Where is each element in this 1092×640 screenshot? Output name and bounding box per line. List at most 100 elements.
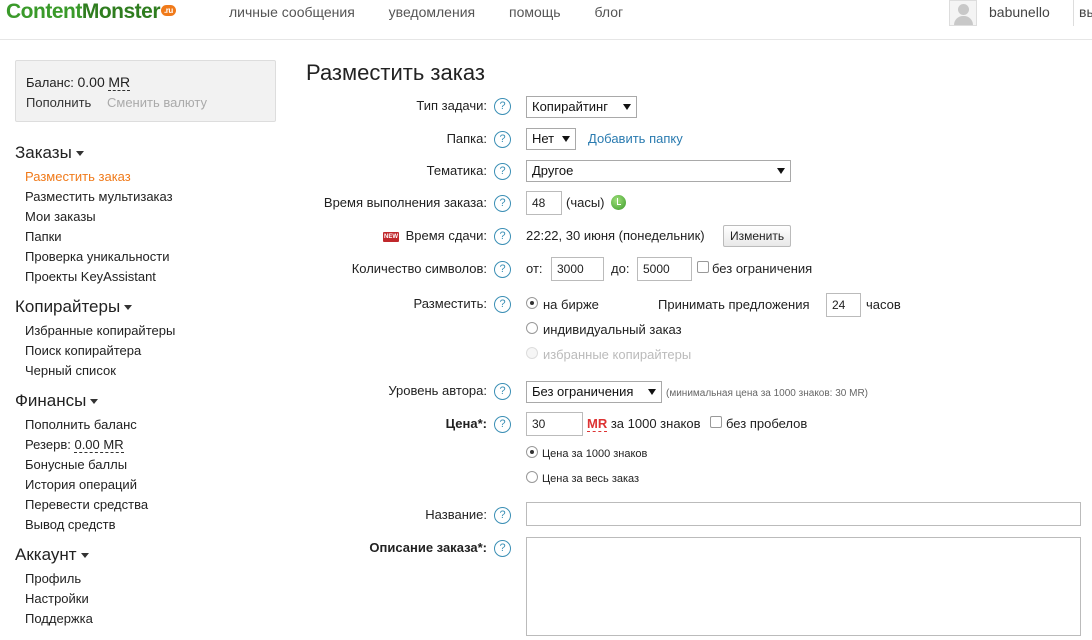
nav-messages[interactable]: личные сообщения [229, 4, 355, 20]
sidebar-item-topup-balance[interactable]: Пополнить баланс [25, 417, 137, 432]
price-per-1000-radio[interactable] [526, 446, 538, 458]
place-favorites-radio[interactable] [526, 347, 538, 359]
balance-label: Баланс: [26, 75, 74, 90]
change-deadline-button[interactable]: Изменить [723, 225, 792, 247]
no-limit-checkbox[interactable] [697, 261, 709, 273]
help-icon[interactable]: ? [494, 416, 511, 433]
dropdown-arrow-icon [777, 168, 785, 174]
chars-from-label: от: [526, 261, 543, 276]
clock-icon[interactable] [611, 195, 626, 210]
sidebar-item-keyassistant[interactable]: Проекты KeyAssistant [25, 269, 156, 284]
chars-label: Количество символов: [351, 261, 487, 276]
help-icon[interactable]: ? [494, 98, 511, 115]
description-label: Описание заказа*: [369, 540, 487, 555]
sidebar-item-blacklist[interactable]: Черный список [25, 363, 116, 378]
sidebar-item-uniqueness[interactable]: Проверка уникальности [25, 249, 169, 264]
price-per-1000-label: Цена за 1000 знаков [542, 448, 648, 460]
price-currency-line: MR за 1000 знаков [587, 416, 701, 432]
place-label: Разместить: [413, 296, 487, 311]
help-icon[interactable]: ? [494, 507, 511, 524]
divider [1073, 0, 1074, 26]
change-currency-link[interactable]: Сменить валюту [107, 95, 207, 110]
sidebar-item-reserve[interactable]: Резерв: 0.00 MR [25, 437, 124, 453]
description-textarea[interactable] [526, 537, 1081, 636]
help-icon[interactable]: ? [494, 296, 511, 313]
folder-label: Папка: [446, 131, 487, 146]
sidebar-section-copywriters[interactable]: Копирайтеры [15, 297, 133, 317]
no-spaces-label: без пробелов [726, 416, 808, 431]
sidebar-item-bonus[interactable]: Бонусные баллы [25, 457, 127, 472]
help-icon[interactable]: ? [494, 261, 511, 278]
deadline-value: 22:22, 30 июня (понедельник) [526, 228, 705, 243]
topic-select[interactable]: Другое [526, 160, 791, 182]
place-exchange-radio[interactable] [526, 297, 538, 309]
min-price-note: (минимальная цена за 1000 знаков: 30 MR) [666, 388, 869, 399]
sidebar-item-place-order[interactable]: Разместить заказ [25, 169, 131, 184]
help-icon[interactable]: ? [494, 383, 511, 400]
author-level-select[interactable]: Без ограничения [526, 381, 662, 403]
exec-time-input[interactable]: 48 [526, 191, 562, 215]
folder-select[interactable]: Нет [526, 128, 576, 150]
sidebar-item-withdraw[interactable]: Вывод средств [25, 517, 116, 532]
sidebar-item-multi-order[interactable]: Разместить мультизаказ [25, 189, 173, 204]
sidebar-item-my-orders[interactable]: Мои заказы [25, 209, 96, 224]
task-type-select[interactable]: Копирайтинг [526, 96, 637, 118]
topup-link[interactable]: Пополнить [26, 95, 91, 110]
top-bar: ContentMonster .ru личные сообщения уведо… [0, 0, 1092, 40]
sidebar-item-settings[interactable]: Настройки [25, 591, 89, 606]
no-limit-label: без ограничения [712, 261, 813, 276]
help-icon[interactable]: ? [494, 195, 511, 212]
dropdown-arrow-icon [623, 104, 631, 110]
price-currency[interactable]: MR [587, 416, 608, 432]
price-input[interactable]: 30 [526, 412, 583, 436]
caret-down-icon [90, 399, 99, 405]
sidebar-item-find-copywriter[interactable]: Поиск копирайтера [25, 343, 141, 358]
deadline-label: Время сдачи: [405, 228, 487, 243]
chars-to-input[interactable]: 5000 [637, 257, 692, 281]
balance-currency[interactable]: MR [108, 74, 131, 91]
help-icon[interactable]: ? [494, 228, 511, 245]
user-name[interactable]: babunello [989, 4, 1050, 20]
nav-help[interactable]: помощь [509, 4, 561, 20]
sidebar-item-support[interactable]: Поддержка [25, 611, 93, 626]
place-favorites-label: избранные копирайтеры [543, 347, 692, 362]
caret-down-icon [124, 305, 133, 311]
accept-offers-unit: часов [866, 297, 901, 312]
chars-from-input[interactable]: 3000 [551, 257, 604, 281]
exit-link[interactable]: вы [1079, 4, 1092, 20]
new-badge-icon: NEW [383, 232, 399, 242]
sidebar-section-orders[interactable]: Заказы [15, 143, 84, 163]
place-individual-label: индивидуальный заказ [543, 322, 682, 337]
balance-amount: 0.00 [77, 74, 105, 90]
sidebar-item-folders[interactable]: Папки [25, 229, 62, 244]
logo-part-2: Monster [81, 0, 161, 23]
balance-line: Баланс: 0.00 MR [26, 74, 131, 91]
sidebar-item-favorite-copywriters[interactable]: Избранные копирайтеры [25, 323, 175, 338]
sidebar-section-finance[interactable]: Финансы [15, 391, 99, 411]
sidebar-item-history[interactable]: История операций [25, 477, 137, 492]
reserve-amount: 0.00 MR [74, 437, 124, 453]
task-type-label: Тип задачи: [416, 98, 487, 113]
logo-part-1: Content [6, 0, 82, 23]
help-icon[interactable]: ? [494, 163, 511, 180]
help-icon[interactable]: ? [494, 131, 511, 148]
no-spaces-checkbox[interactable] [710, 416, 722, 428]
chars-to-label: до: [611, 261, 630, 276]
sidebar-item-profile[interactable]: Профиль [25, 571, 81, 586]
place-individual-radio[interactable] [526, 322, 538, 334]
logo[interactable]: ContentMonster .ru [6, 0, 176, 24]
nav-notifications[interactable]: уведомления [389, 4, 475, 20]
avatar[interactable] [949, 0, 977, 26]
topic-label: Тематика: [426, 163, 487, 178]
accept-offers-input[interactable]: 24 [826, 293, 861, 317]
nav-blog[interactable]: блог [594, 4, 623, 20]
help-icon[interactable]: ? [494, 540, 511, 557]
sidebar-item-transfer[interactable]: Перевести средства [25, 497, 148, 512]
name-input[interactable] [526, 502, 1081, 526]
sidebar-section-account[interactable]: Аккаунт [15, 545, 89, 565]
accept-offers-label: Принимать предложения [658, 297, 810, 312]
price-total-radio[interactable] [526, 471, 538, 483]
name-label: Название: [425, 507, 487, 522]
exec-time-label: Время выполнения заказа: [323, 195, 487, 210]
add-folder-link[interactable]: Добавить папку [588, 131, 683, 146]
